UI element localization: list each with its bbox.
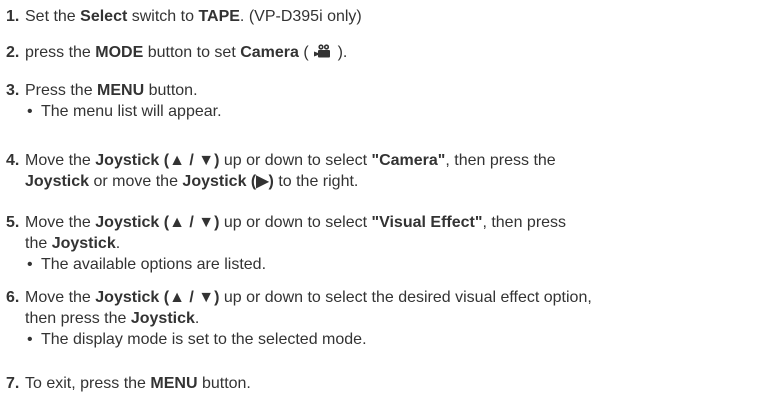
step-text: 6. Move the Joystick (▲ / ▼) up or down t…	[6, 287, 765, 329]
step-text: 4. Move the Joystick (▲ / ▼) up or down t…	[6, 150, 765, 192]
bold-term: "Camera"	[371, 152, 446, 169]
step-text-segment: , then press	[482, 214, 567, 231]
bold-term: "Visual Effect"	[371, 214, 483, 231]
step-text-segment: Move the	[25, 289, 96, 306]
step-text-segment: To exit, press the	[25, 375, 151, 392]
step-text-segment: button to set	[143, 44, 241, 61]
step-text-segment: up or down to select the desired visual …	[219, 289, 592, 306]
step-text-segment: ).	[333, 44, 348, 61]
step-number: 2.	[6, 44, 20, 61]
step-number: 5.	[6, 214, 20, 231]
bullet-text: The available options are listed.	[41, 256, 267, 273]
step-number: 3.	[6, 82, 20, 99]
step-number: 1.	[6, 8, 20, 25]
step-text-segment: to the right.	[273, 173, 359, 190]
bullet-icon: •	[27, 256, 33, 273]
step-text-segment: .	[115, 235, 121, 252]
step-text: 5. Move the Joystick (▲ / ▼) up or down t…	[6, 212, 765, 254]
step-7: 7. To exit, press the MENU button.	[6, 373, 765, 394]
bold-term: Joystick	[51, 235, 116, 252]
step-text: 2. press the MODE button to set Camera ( …	[6, 42, 765, 63]
step-text: 3. Press the MENU button.	[6, 80, 765, 101]
step-text-segment: press the	[25, 44, 96, 61]
bold-term: TAPE	[198, 8, 240, 25]
bullet-note: • The display mode is set to the selected…	[6, 329, 765, 350]
bold-term: Select	[80, 8, 128, 25]
step-text-segment: up or down to select	[219, 152, 372, 169]
step-number: 4.	[6, 152, 20, 169]
step-text-segment: or move the	[89, 173, 183, 190]
bold-term: MODE	[95, 44, 144, 61]
step-text-segment: . (VP-D395i only)	[239, 8, 362, 25]
bold-term: Joystick	[130, 310, 195, 327]
step-6: 6. Move the Joystick (▲ / ▼) up or down t…	[6, 287, 765, 350]
step-text-segment: Move the	[25, 152, 96, 169]
step-text-segment: button.	[197, 375, 251, 392]
bullet-note: • The available options are listed.	[6, 254, 765, 275]
step-number: 6.	[6, 289, 20, 306]
step-text-segment: .	[194, 310, 200, 327]
bullet-text: The menu list will appear.	[41, 103, 222, 120]
step-text-segment: up or down to select	[219, 214, 372, 231]
step-text-segment: , then press the	[445, 152, 556, 169]
step-text: 7. To exit, press the MENU button.	[6, 373, 765, 394]
step-text-segment: switch to	[127, 8, 199, 25]
bold-term: Joystick (▲ / ▼)	[95, 289, 220, 306]
bullet-note: • The menu list will appear.	[6, 101, 765, 122]
bold-term: MENU	[97, 82, 145, 99]
bold-term: MENU	[150, 375, 198, 392]
step-text-segment: Press the	[25, 82, 98, 99]
bullet-icon: •	[27, 103, 33, 120]
bold-term: Joystick	[25, 173, 90, 190]
step-text-segment: then press the	[25, 310, 131, 327]
bullet-text: The display mode is set to the selected …	[41, 331, 367, 348]
bold-term: Joystick (▲ / ▼)	[95, 152, 220, 169]
bullet-icon: •	[27, 331, 33, 348]
step-number: 7.	[6, 375, 20, 392]
step-5: 5. Move the Joystick (▲ / ▼) up or down t…	[6, 212, 765, 275]
step-1: 1. Set the Select switch to TAPE. (VP-D39…	[6, 6, 765, 27]
camera-mode-icon	[313, 43, 333, 58]
step-text-segment: the	[25, 235, 52, 252]
bold-term: Joystick (▲ / ▼)	[95, 214, 220, 231]
bold-term: Camera	[240, 44, 299, 61]
step-3: 3. Press the MENU button. • The menu list w…	[6, 80, 765, 122]
step-2: 2. press the MODE button to set Camera ( …	[6, 42, 765, 63]
step-4: 4. Move the Joystick (▲ / ▼) up or down t…	[6, 150, 765, 192]
step-text-segment: Move the	[25, 214, 96, 231]
step-text: 1. Set the Select switch to TAPE. (VP-D39…	[6, 6, 765, 27]
bold-term: Joystick (▶)	[182, 173, 274, 190]
step-text-segment: (	[298, 44, 314, 61]
step-text-segment: button.	[144, 82, 198, 99]
step-text-segment: Set the	[25, 8, 81, 25]
